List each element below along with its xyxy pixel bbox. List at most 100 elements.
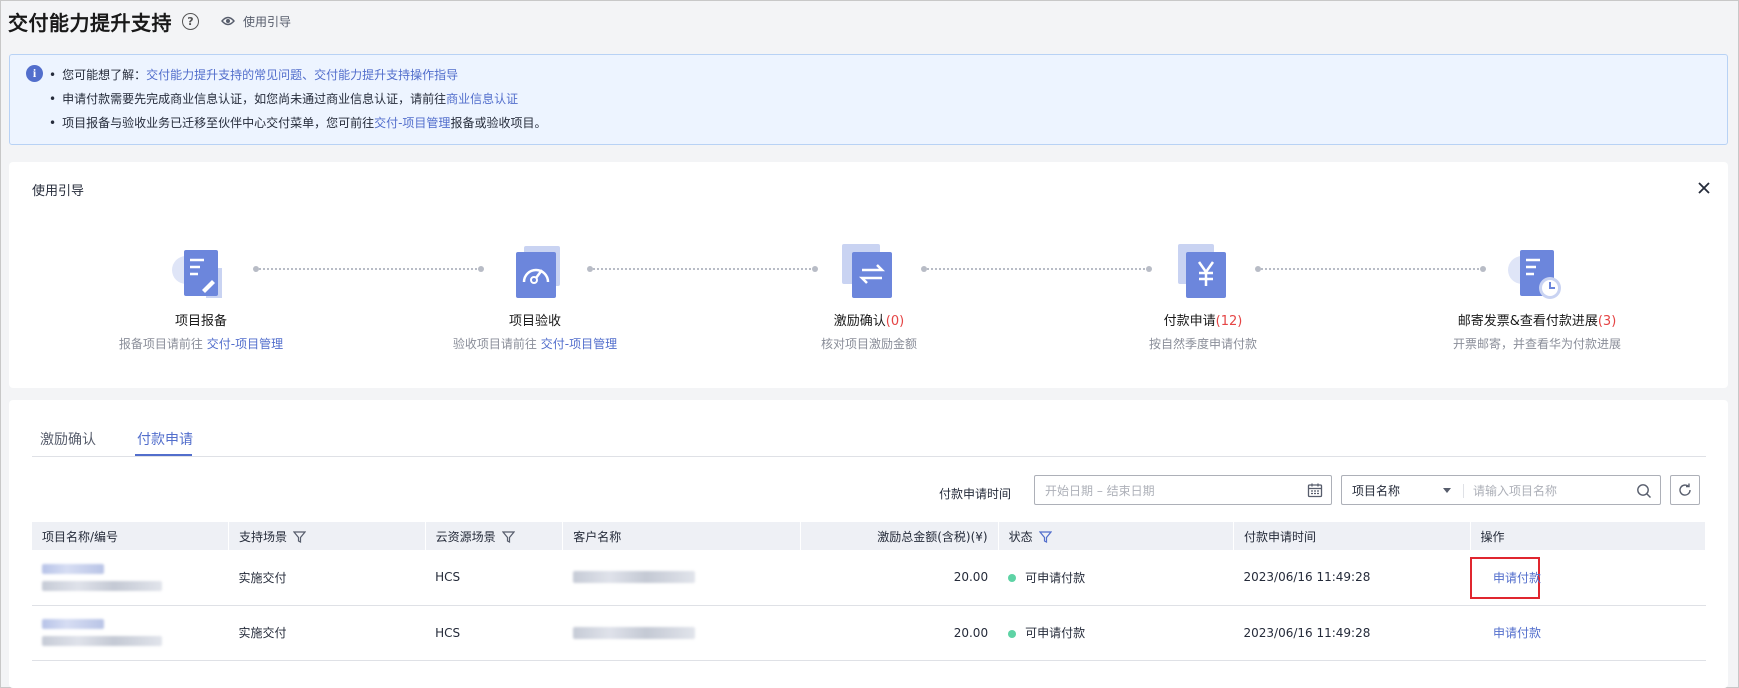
step-incentive-confirm: 激励确认(0) 核对项目激励金额: [739, 242, 999, 352]
tab-incentive-confirm[interactable]: 激励确认: [40, 429, 96, 449]
redacted-project-name: [42, 563, 104, 574]
info-icon: i: [26, 65, 43, 82]
action-cell: 申请付款: [1470, 605, 1706, 661]
status-cell: 可申请付款: [998, 605, 1234, 661]
gauge-icon: [500, 242, 570, 306]
step-name: 项目报备: [174, 314, 227, 329]
step-name: 付款申请: [1163, 314, 1216, 329]
banner-line-3-text-b: 报备或验收项目。: [450, 116, 547, 130]
step-name: 激励确认: [833, 314, 886, 329]
banner-line-2: • 申请付款需要先完成商业信息认证，如您尚未通过商业信息认证，请前往商业信息认证: [49, 92, 519, 106]
guide-card-title: 使用引导: [32, 184, 85, 199]
banner-separator: 、: [302, 68, 315, 82]
customer-cell: [562, 605, 801, 661]
project-cell[interactable]: [32, 605, 229, 661]
col-project: 项目名称/编号: [32, 522, 230, 550]
close-icon[interactable]: [1694, 178, 1714, 198]
col-amount: 激励总金额(含税)(¥): [800, 522, 999, 550]
col-customer: 客户名称: [562, 522, 801, 550]
payment-time-label: 付款申请时间: [939, 487, 1012, 501]
document-clock-icon: [1502, 242, 1572, 306]
page-title: 交付能力提升支持: [8, 10, 172, 35]
cloud-cell: HCS: [425, 550, 563, 606]
col-scene[interactable]: 支持场景: [228, 522, 426, 550]
eye-icon: [221, 16, 235, 26]
apply-payment-link[interactable]: 申请付款: [1493, 571, 1541, 585]
status-dot-icon: [1008, 629, 1017, 638]
action-cell: 申请付款: [1470, 550, 1706, 606]
refresh-button[interactable]: [1670, 475, 1700, 505]
search-placeholder: 请输入项目名称: [1473, 483, 1558, 498]
redacted-project-id: [42, 580, 162, 591]
tab-payment-apply[interactable]: 付款申请: [137, 429, 193, 449]
redacted-project-id: [42, 636, 162, 646]
amount-cell: 20.00: [800, 550, 999, 606]
redacted-customer-name: [572, 626, 695, 639]
usage-guide-link[interactable]: 使用引导: [221, 13, 291, 30]
col-apply-time: 付款申请时间: [1233, 522, 1471, 550]
status-dot-icon: [1008, 574, 1017, 583]
filter-icon[interactable]: [293, 531, 307, 543]
filter-icon[interactable]: [501, 531, 515, 543]
col-action: 操作: [1470, 522, 1707, 550]
info-banner: i • 您可能想了解：交付能力提升支持的常见问题、交付能力提升支持操作指导 • 申请…: [9, 54, 1728, 145]
step-invoice-progress: 邮寄发票&查看付款进展(3) 开票邮寄，并查看华为付款进展: [1407, 242, 1667, 352]
step-project-acceptance: 项目验收 验收项目请前往 交付-项目管理: [405, 242, 665, 352]
step-name: 项目验收: [508, 314, 561, 329]
project-search-input[interactable]: 请输入项目名称: [1463, 475, 1661, 505]
scene-cell: 实施交付: [228, 605, 426, 661]
search-icon[interactable]: [1636, 483, 1652, 499]
scene-cell: 实施交付: [228, 550, 426, 606]
exchange-icon: [834, 242, 904, 306]
faq-link[interactable]: 交付能力提升支持的常见问题: [146, 68, 302, 82]
search-field-value: 项目名称: [1352, 483, 1401, 498]
yen-icon: [1168, 242, 1238, 306]
step-desc: 验收项目请前往: [452, 337, 541, 351]
table-row: 实施交付 HCS 20.00 可申请付款 2023/06/16 11:49:28…: [32, 550, 1706, 606]
operation-guide-link[interactable]: 交付能力提升支持操作指导: [314, 68, 458, 82]
banner-line-3-text-a: 项目报备与验收业务已迁移至伙伴中心交付菜单，您可前往: [62, 116, 375, 130]
status-cell: 可申请付款: [998, 550, 1234, 606]
apply-payment-link[interactable]: 申请付款: [1493, 626, 1541, 640]
active-tab-indicator: [135, 454, 192, 456]
apply-time-cell: 2023/06/16 11:49:28: [1233, 605, 1471, 661]
col-status[interactable]: 状态: [998, 522, 1235, 550]
amount-cell: 20.00: [800, 605, 999, 661]
step-payment-apply: 付款申请(12) 按自然季度申请付款: [1073, 242, 1333, 352]
project-management-link[interactable]: 交付-项目管理: [374, 116, 450, 130]
banner-line-2-text: 申请付款需要先完成商业信息认证，如您尚未通过商业信息认证，请前往: [62, 92, 447, 106]
banner-line-1: • 您可能想了解：交付能力提升支持的常见问题、交付能力提升支持操作指导: [49, 68, 459, 82]
payment-panel: 激励确认 付款申请 付款申请时间 开始日期 – 结束日期 项目名称 请输入项目名…: [9, 400, 1728, 688]
caret-down-icon: [1443, 488, 1451, 493]
banner-line-3: • 项目报备与验收业务已迁移至伙伴中心交付菜单，您可前往交付-项目管理报备或验收项…: [49, 116, 547, 130]
customer-cell: [562, 550, 801, 606]
cloud-cell: HCS: [425, 605, 563, 661]
step-desc: 核对项目激励金额: [820, 337, 917, 351]
apply-time-cell: 2023/06/16 11:49:28: [1233, 550, 1471, 606]
business-cert-link[interactable]: 商业信息认证: [446, 92, 518, 106]
step-desc-link[interactable]: 交付-项目管理: [207, 337, 283, 351]
col-cloud[interactable]: 云资源场景: [425, 522, 564, 550]
banner-line-1-text: 您可能想了解：: [62, 68, 147, 82]
project-cell[interactable]: [32, 550, 229, 606]
table-row: 实施交付 HCS 20.00 可申请付款 2023/06/16 11:49:28…: [32, 605, 1706, 661]
step-desc: 按自然季度申请付款: [1148, 337, 1257, 351]
document-edit-icon: [166, 242, 236, 306]
step-name: 邮寄发票&查看付款进展: [1457, 314, 1598, 329]
table-header-row: 项目名称/编号 支持场景 云资源场景 客户名称 激励总金额(含税)(¥) 状态 …: [32, 522, 1707, 550]
step-project-report: 项目报备 报备项目请前往 交付-项目管理: [71, 242, 331, 352]
tab-bar: 激励确认 付款申请: [32, 400, 1706, 457]
date-range-input[interactable]: 开始日期 – 结束日期: [1034, 475, 1332, 505]
redacted-project-name: [42, 619, 104, 629]
help-icon[interactable]: ?: [182, 12, 199, 30]
calendar-icon: [1307, 483, 1323, 498]
step-desc-link[interactable]: 交付-项目管理: [541, 337, 617, 351]
step-desc: 开票邮寄，并查看华为付款进展: [1452, 337, 1621, 351]
payment-table: 项目名称/编号 支持场景 云资源场景 客户名称 激励总金额(含税)(¥) 状态 …: [32, 522, 1707, 661]
filter-icon[interactable]: [1038, 531, 1052, 543]
date-range-placeholder: 开始日期 – 结束日期: [1045, 483, 1155, 498]
page-header: 交付能力提升支持 ? 使用引导: [8, 6, 291, 36]
refresh-icon: [1679, 483, 1691, 496]
usage-guide-card: 使用引导 项目报备 报备项目请前往 交付-项目管理 项目验收 验收项目请前往 交…: [9, 162, 1728, 388]
search-field-select[interactable]: 项目名称: [1341, 475, 1463, 505]
